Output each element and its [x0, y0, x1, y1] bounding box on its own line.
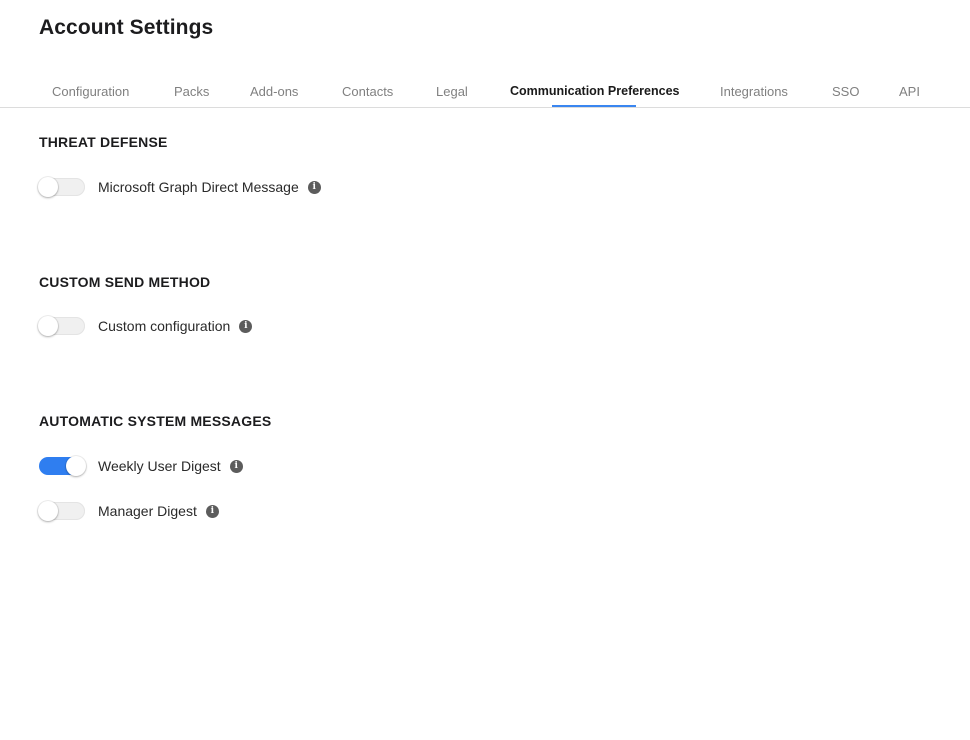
tab-communication-preferences[interactable]: Communication Preferences [510, 84, 680, 98]
section-title-threat-defense: THREAT DEFENSE [39, 134, 168, 150]
setting-label-weekly-user-digest: Weekly User Digest [98, 458, 221, 474]
tab-api[interactable]: API [899, 84, 920, 99]
setting-label-custom-configuration: Custom configuration [98, 318, 231, 334]
info-icon[interactable]: i [229, 459, 243, 473]
toggle-knob [38, 501, 58, 521]
toggle-weekly-user-digest[interactable] [39, 456, 86, 476]
section-title-custom-send-method: CUSTOM SEND METHOD [39, 274, 211, 290]
section-title-automatic-system-messages: AUTOMATIC SYSTEM MESSAGES [39, 413, 272, 429]
setting-row-weekly-user-digest: Weekly User Digest i [39, 455, 243, 477]
active-tab-indicator [552, 105, 636, 107]
tab-configuration[interactable]: Configuration [52, 84, 129, 99]
setting-row-custom-configuration: Custom configuration i [38, 315, 253, 337]
setting-row-manager-digest: Manager Digest i [38, 500, 219, 522]
tab-contacts[interactable]: Contacts [342, 84, 393, 99]
toggle-knob [66, 456, 86, 476]
toggle-custom-configuration[interactable] [38, 316, 85, 336]
settings-tabs: Configuration Packs Add-ons Contacts Leg… [0, 76, 970, 108]
page-title: Account Settings [39, 16, 214, 39]
tab-packs[interactable]: Packs [174, 84, 209, 99]
info-icon[interactable]: i [307, 180, 321, 194]
tab-integrations[interactable]: Integrations [720, 84, 788, 99]
toggle-manager-digest[interactable] [38, 501, 85, 521]
tab-legal[interactable]: Legal [436, 84, 468, 99]
toggle-microsoft-graph-direct-message[interactable] [38, 177, 85, 197]
tab-sso[interactable]: SSO [832, 84, 859, 99]
setting-row-microsoft-graph-direct-message: Microsoft Graph Direct Message i [38, 176, 321, 198]
info-icon[interactable]: i [205, 504, 219, 518]
toggle-knob [38, 177, 58, 197]
toggle-knob [38, 316, 58, 336]
info-icon[interactable]: i [239, 319, 253, 333]
setting-label-manager-digest: Manager Digest [98, 503, 197, 519]
tab-add-ons[interactable]: Add-ons [250, 84, 298, 99]
setting-label-microsoft-graph-direct-message: Microsoft Graph Direct Message [98, 179, 299, 195]
